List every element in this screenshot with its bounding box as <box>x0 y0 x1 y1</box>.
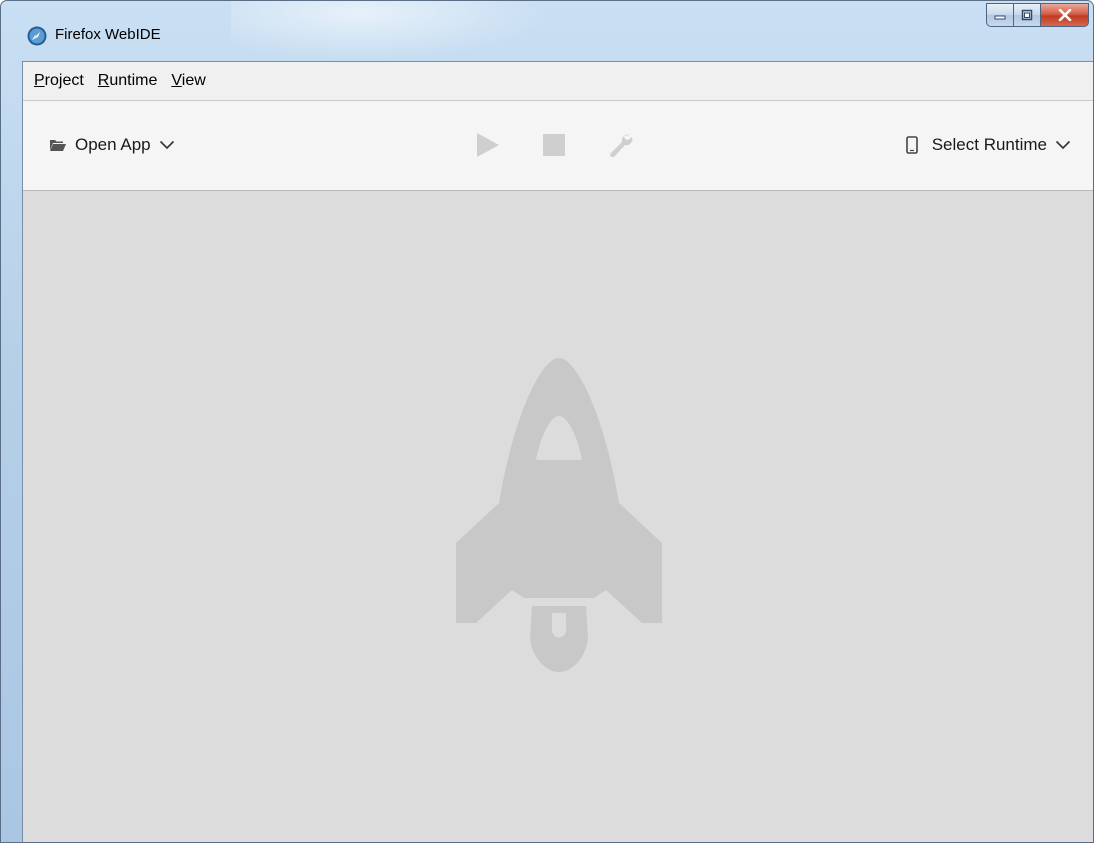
menu-view-label-rest: iew <box>181 72 206 89</box>
select-runtime-label: Select Runtime <box>931 135 1047 154</box>
menu-view[interactable]: View <box>171 72 205 90</box>
menu-runtime[interactable]: Runtime <box>98 72 158 90</box>
minimize-button[interactable] <box>986 3 1014 27</box>
menu-runtime-accel: R <box>97 72 110 89</box>
play-button[interactable] <box>473 130 503 160</box>
caption-buttons <box>986 3 1089 29</box>
chevron-down-icon <box>1055 140 1071 150</box>
menu-project[interactable]: Project <box>34 72 84 90</box>
stop-icon <box>543 134 565 156</box>
play-icon <box>477 133 499 157</box>
open-app-button[interactable]: Open App <box>49 135 183 155</box>
main-panel <box>23 191 1093 842</box>
rocket-icon <box>456 358 662 672</box>
menu-bar: Project Runtime View <box>23 62 1093 101</box>
select-runtime-button[interactable]: Select Runtime <box>905 135 1071 155</box>
close-icon <box>1058 9 1071 21</box>
menu-view-accel: V <box>171 72 182 89</box>
debug-button[interactable] <box>605 130 635 160</box>
menu-runtime-label-rest: untime <box>109 72 158 89</box>
open-app-label: Open App <box>75 135 151 154</box>
maximize-icon <box>1021 9 1033 21</box>
run-controls <box>473 130 671 160</box>
wrench-icon <box>610 134 633 157</box>
toolbar: Open App Select Runtime <box>23 101 1093 191</box>
firefox-webide-logo-icon <box>27 26 47 46</box>
menu-project-accel: P <box>34 72 45 89</box>
stop-button[interactable] <box>539 130 569 160</box>
close-button[interactable] <box>1041 3 1089 27</box>
title-bar[interactable]: Firefox WebIDE <box>1 1 1093 61</box>
folder-open-icon <box>50 140 66 151</box>
chevron-down-icon <box>159 140 174 150</box>
menu-project-label-rest: roject <box>44 72 84 89</box>
window-title: Firefox WebIDE <box>55 26 161 43</box>
minimize-icon <box>994 15 1006 20</box>
phone-icon <box>905 136 918 154</box>
app-window: Firefox WebIDE Project Runtime View Open… <box>0 0 1094 843</box>
maximize-button[interactable] <box>1014 3 1041 27</box>
client-area: Project Runtime View Open App Select Run… <box>22 61 1093 842</box>
